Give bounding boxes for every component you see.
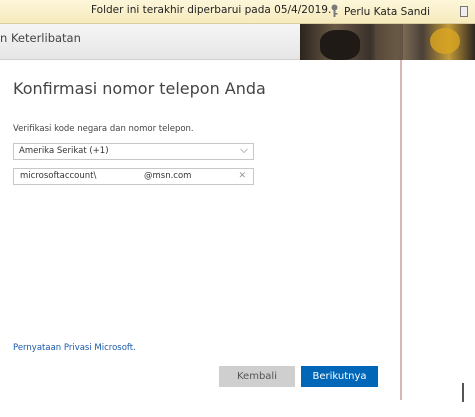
- back-button[interactable]: Kembali: [219, 366, 295, 387]
- dialog-instruction: Verifikasi kode negara dan nomor telepon…: [13, 124, 194, 134]
- password-required-label: Perlu Kata Sandi: [344, 6, 431, 18]
- header-image: [300, 24, 475, 60]
- phone-value-prefix: microsoftaccount\: [20, 171, 97, 181]
- header-title: n Keterlibatan: [0, 31, 81, 45]
- country-code-value: Amerika Serikat (+1): [19, 146, 109, 156]
- phone-value-suffix: @msn.com: [144, 171, 192, 181]
- header-bar: n Keterlibatan: [0, 24, 300, 60]
- next-button[interactable]: Berikutnya: [301, 366, 378, 387]
- scroll-edge: [462, 383, 464, 402]
- document-icon[interactable]: [460, 6, 468, 17]
- dialog-title: Konfirmasi nomor telepon Anda: [13, 79, 266, 98]
- password-required-button[interactable]: Perlu Kata Sandi: [330, 4, 430, 18]
- privacy-statement-link[interactable]: Pernyataan Privasi Microsoft.: [13, 343, 136, 353]
- notification-message: Folder ini terakhir diperbarui pada 05/4…: [91, 4, 332, 16]
- phone-number-input[interactable]: microsoftaccount\ @msn.com ✕: [13, 168, 254, 185]
- key-icon: [331, 4, 338, 17]
- country-code-select[interactable]: Amerika Serikat (+1): [13, 143, 254, 160]
- panel-divider: [400, 60, 402, 400]
- chevron-down-icon: [240, 148, 248, 154]
- clear-icon[interactable]: ✕: [238, 171, 246, 181]
- notification-bar: Folder ini terakhir diperbarui pada 05/4…: [0, 0, 475, 24]
